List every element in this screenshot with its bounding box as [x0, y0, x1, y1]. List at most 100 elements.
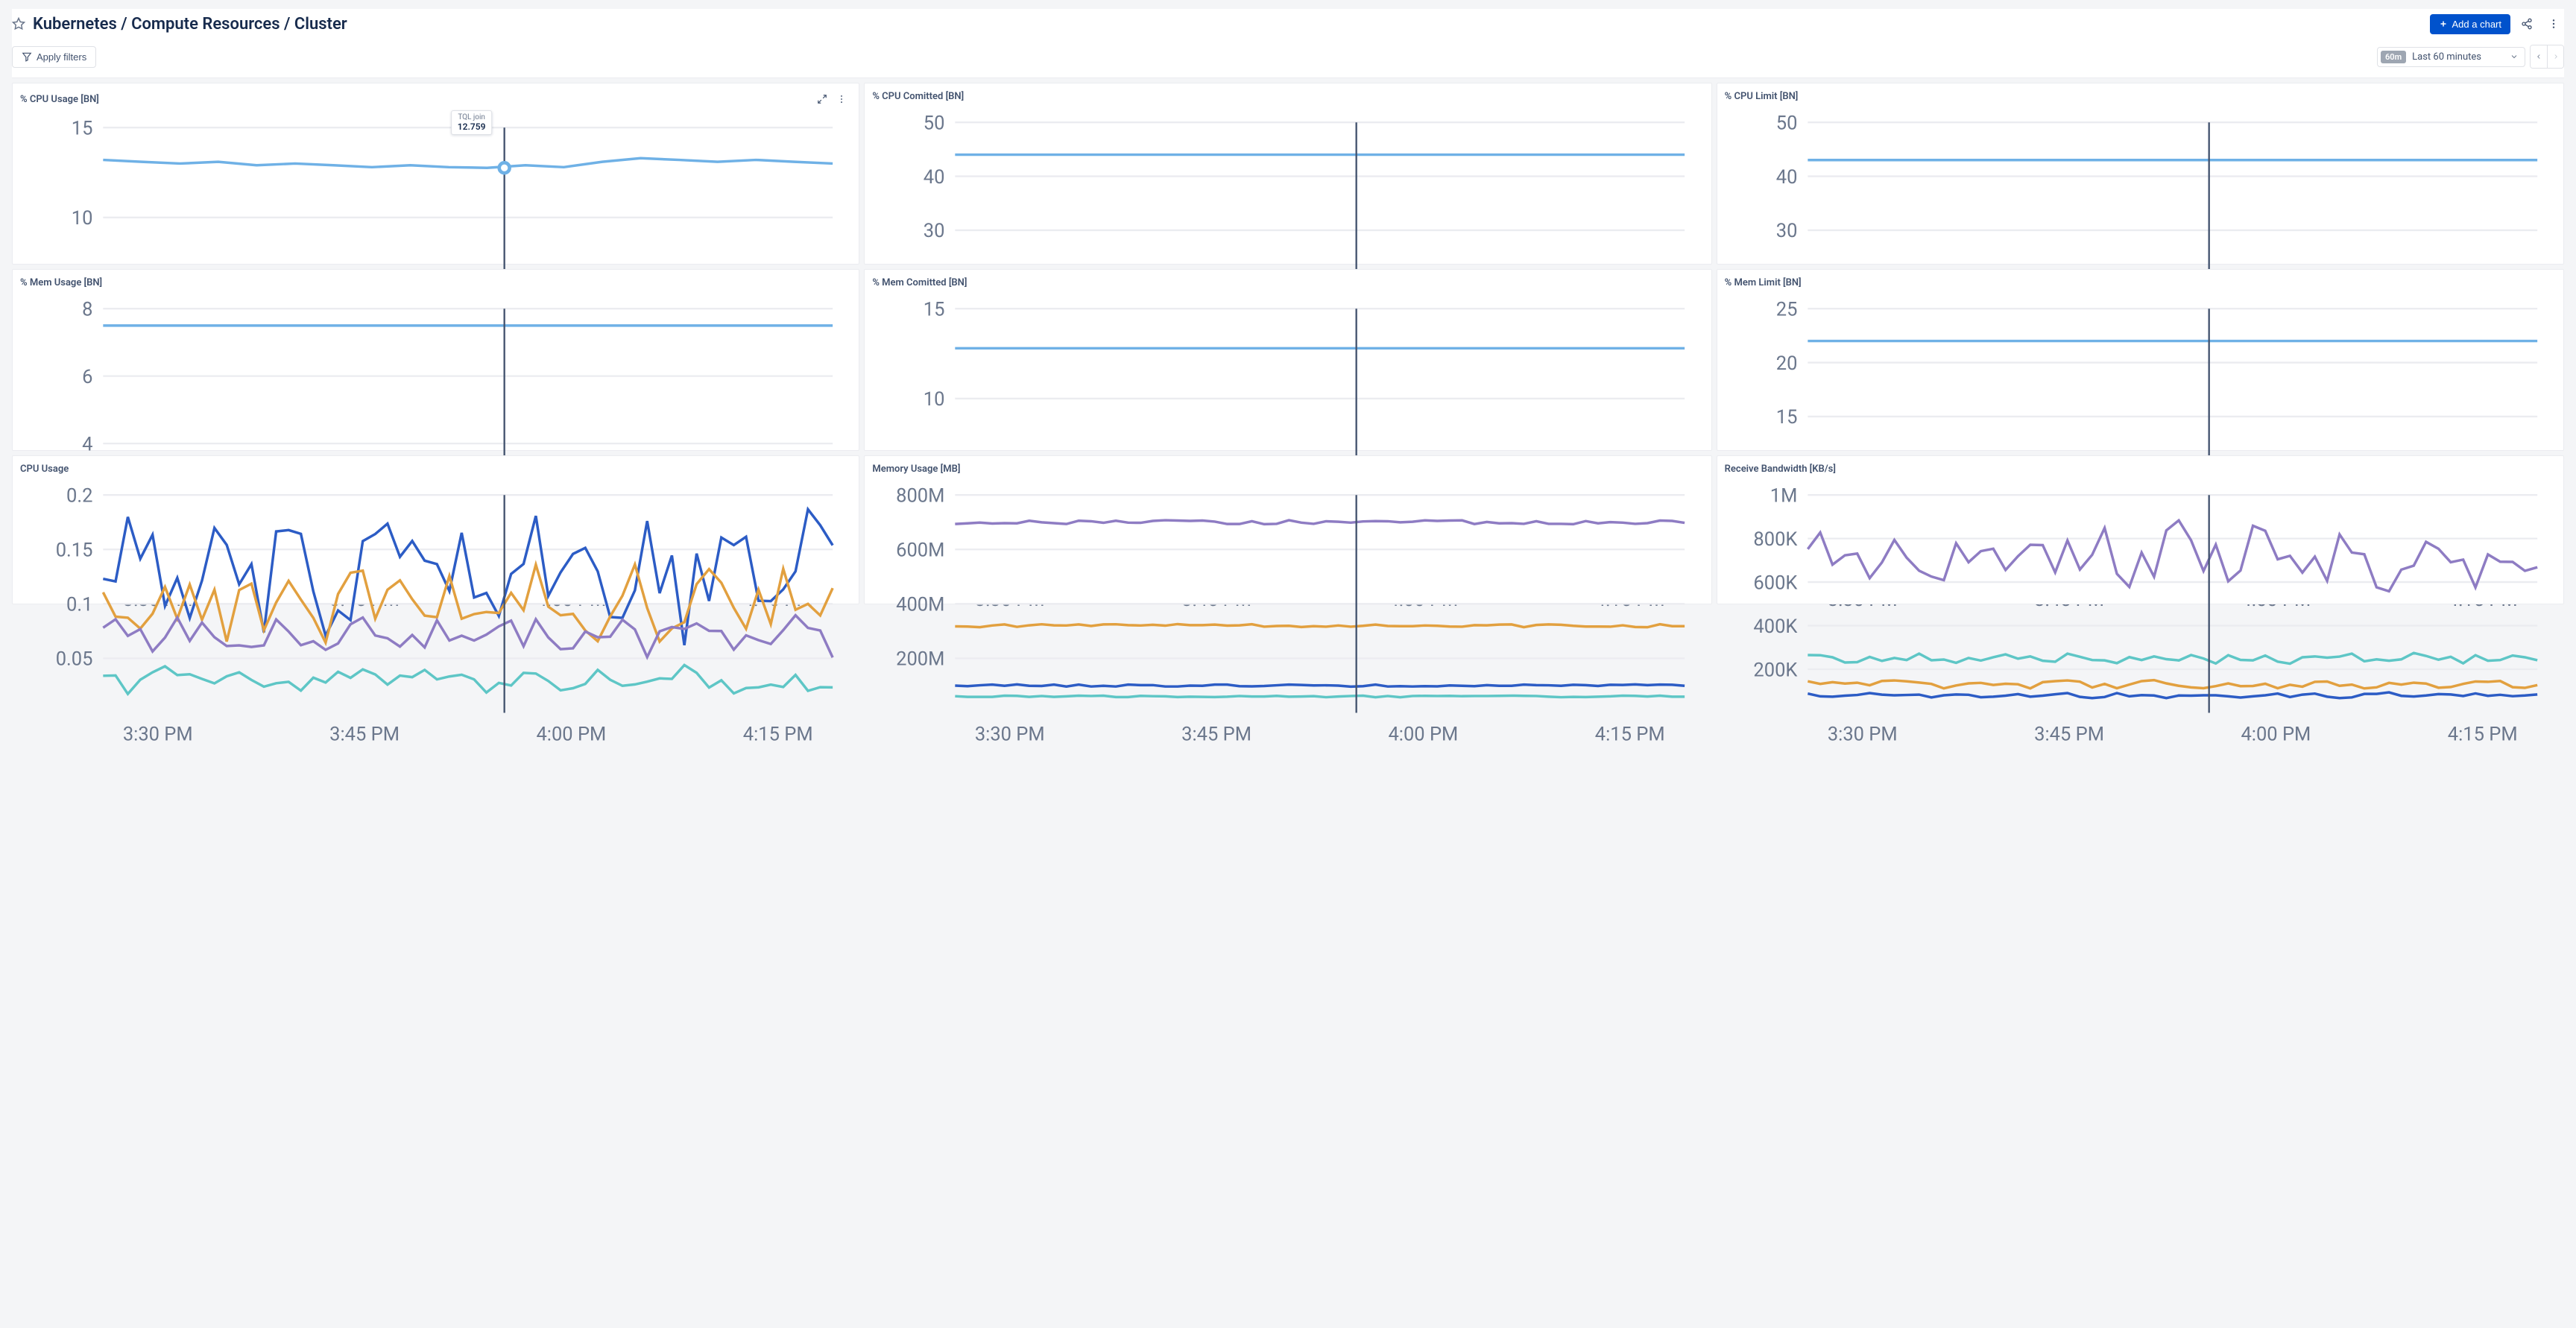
- svg-text:30: 30: [1775, 220, 1797, 242]
- more-vertical-icon: [2548, 18, 2560, 30]
- chart-panel-recv_bw: Receive Bandwidth [KB/s]200K400K600K800K…: [1717, 455, 2564, 604]
- share-icon: [2521, 18, 2533, 30]
- filter-icon: [22, 51, 32, 62]
- svg-text:200K: 200K: [1753, 659, 1797, 681]
- series-line: [956, 520, 1685, 524]
- svg-text:600K: 600K: [1753, 572, 1797, 594]
- chart-panel-mem_limit_pct: % Mem Limit [BN]05101520253:30 PM3:45 PM…: [1717, 269, 2564, 451]
- svg-text:10: 10: [924, 388, 945, 411]
- svg-text:400M: 400M: [896, 594, 944, 616]
- panel-title: % CPU Comitted [BN]: [872, 91, 964, 102]
- svg-text:400K: 400K: [1753, 616, 1797, 638]
- chart-panel-cpu_usage_raw: CPU Usage0.050.10.150.23:30 PM3:45 PM4:0…: [12, 455, 859, 604]
- toolbar: Apply filters 60m Last 60 minutes: [12, 42, 2564, 78]
- svg-text:1M: 1M: [1770, 484, 1797, 507]
- svg-text:25: 25: [1775, 298, 1797, 320]
- svg-text:50: 50: [924, 112, 945, 134]
- time-next-button[interactable]: [2547, 45, 2563, 68]
- panel-title: Memory Usage [MB]: [872, 464, 960, 475]
- svg-text:4:15 PM: 4:15 PM: [743, 724, 813, 746]
- expand-chart-button[interactable]: [814, 91, 830, 107]
- chart-panel-mem_usage_mb: Memory Usage [MB]200M400M600M800M3:30 PM…: [864, 455, 1711, 604]
- time-nav: [2530, 45, 2564, 69]
- panel-title: % Mem Comitted [BN]: [872, 277, 967, 288]
- series-line: [1808, 520, 2537, 591]
- svg-text:3:45 PM: 3:45 PM: [1181, 724, 1251, 746]
- hover-point: [499, 162, 510, 173]
- series-line: [956, 684, 1685, 686]
- svg-text:3:45 PM: 3:45 PM: [329, 724, 400, 746]
- panels-grid: % CPU Usage [BN]0510153:30 PM3:45 PM4:00…: [12, 83, 2564, 604]
- svg-text:40: 40: [924, 166, 945, 189]
- star-icon[interactable]: [12, 17, 25, 31]
- time-prev-button[interactable]: [2531, 45, 2547, 68]
- share-button[interactable]: [2516, 13, 2537, 34]
- svg-text:0.05: 0.05: [56, 648, 93, 671]
- chart-panel-mem_usage_pct: % Mem Usage [BN]024683:30 PM3:45 PM4:00 …: [12, 269, 859, 451]
- apply-filters-label: Apply filters: [37, 51, 86, 63]
- panel-title: % CPU Usage [BN]: [20, 94, 99, 105]
- series-line: [1808, 692, 2537, 698]
- chart-panel-cpu_limit_pct: % CPU Limit [BN]010203040503:30 PM3:45 P…: [1717, 83, 2564, 265]
- svg-text:0.1: 0.1: [66, 594, 92, 616]
- series-line: [1808, 653, 2537, 663]
- time-range-label: Last 60 minutes: [2412, 51, 2481, 63]
- svg-text:800M: 800M: [896, 484, 944, 507]
- time-range-picker[interactable]: 60m Last 60 minutes: [2377, 47, 2525, 67]
- expand-icon: [817, 94, 827, 104]
- panel-title: Receive Bandwidth [KB/s]: [1725, 464, 1836, 475]
- svg-text:0.2: 0.2: [66, 484, 92, 507]
- svg-text:8: 8: [82, 298, 92, 320]
- svg-text:50: 50: [1775, 112, 1797, 134]
- series-line: [1808, 680, 2537, 689]
- chevron-down-icon: [2510, 52, 2519, 61]
- svg-text:6: 6: [82, 366, 92, 388]
- svg-text:4:15 PM: 4:15 PM: [1595, 724, 1665, 746]
- svg-text:800K: 800K: [1753, 528, 1797, 551]
- page-title: Kubernetes / Compute Resources / Cluster: [33, 15, 347, 34]
- svg-text:4:00 PM: 4:00 PM: [536, 724, 606, 746]
- panel-title: % Mem Limit [BN]: [1725, 277, 1802, 288]
- svg-text:40: 40: [1775, 166, 1797, 189]
- more-menu-button[interactable]: [2543, 13, 2564, 34]
- svg-text:3:30 PM: 3:30 PM: [1827, 724, 1897, 746]
- panel-title: % Mem Usage [BN]: [20, 277, 102, 288]
- add-chart-button[interactable]: Add a chart: [2430, 14, 2511, 34]
- series-line: [956, 624, 1685, 627]
- value-tooltip: TQL join12.759: [451, 110, 493, 135]
- chart-panel-mem_committed_pct: % Mem Comitted [BN]0510153:30 PM3:45 PM4…: [864, 269, 1711, 451]
- panel-title: CPU Usage: [20, 464, 69, 475]
- chart-area[interactable]: 0.05 0.1 0.15 0.2 3:30 PM 3:45 PM 4:00 PM 4:15 …: [20, 478, 850, 754]
- svg-text:0.15: 0.15: [56, 540, 93, 562]
- svg-text:10: 10: [72, 207, 93, 230]
- svg-text:3:30 PM: 3:30 PM: [975, 724, 1045, 746]
- tooltip-series-name: TQL join: [458, 113, 486, 121]
- series-line: [956, 695, 1685, 697]
- panel-title: % CPU Limit [BN]: [1725, 91, 1799, 102]
- chevron-left-icon: [2535, 53, 2542, 60]
- svg-text:200M: 200M: [896, 648, 944, 671]
- svg-text:4:00 PM: 4:00 PM: [2241, 724, 2311, 746]
- svg-text:4:00 PM: 4:00 PM: [1389, 724, 1459, 746]
- svg-text:15: 15: [1775, 406, 1797, 429]
- time-range-badge: 60m: [2381, 51, 2406, 63]
- page-header: Kubernetes / Compute Resources / Cluster…: [12, 9, 2564, 42]
- chart-area[interactable]: 200M 400M 600M 800M 3:30 PM 3:45 PM 4:00 PM 4:1…: [872, 478, 1702, 754]
- svg-text:30: 30: [924, 220, 945, 242]
- svg-text:3:45 PM: 3:45 PM: [2034, 724, 2104, 746]
- add-chart-label: Add a chart: [2452, 19, 2502, 30]
- svg-text:3:30 PM: 3:30 PM: [123, 724, 193, 746]
- series-line: [103, 158, 833, 168]
- svg-text:15: 15: [924, 298, 945, 320]
- apply-filters-button[interactable]: Apply filters: [12, 46, 96, 68]
- svg-text:4:15 PM: 4:15 PM: [2447, 724, 2517, 746]
- series-line: [103, 616, 833, 658]
- svg-text:600M: 600M: [896, 540, 944, 562]
- series-line: [103, 509, 833, 645]
- chart-panel-cpu_usage_pct: % CPU Usage [BN]0510153:30 PM3:45 PM4:00…: [12, 83, 859, 265]
- svg-text:15: 15: [72, 117, 93, 139]
- chart-area[interactable]: 200K 400K 600K 800K 1M 3:30 PM 3:45 PM 4:00 PM 4…: [1725, 478, 2554, 754]
- chart-panel-cpu_committed_pct: % CPU Comitted [BN]010203040503:30 PM3:4…: [864, 83, 1711, 265]
- panel-more-button[interactable]: [833, 91, 850, 107]
- chevron-right-icon: [2552, 53, 2560, 60]
